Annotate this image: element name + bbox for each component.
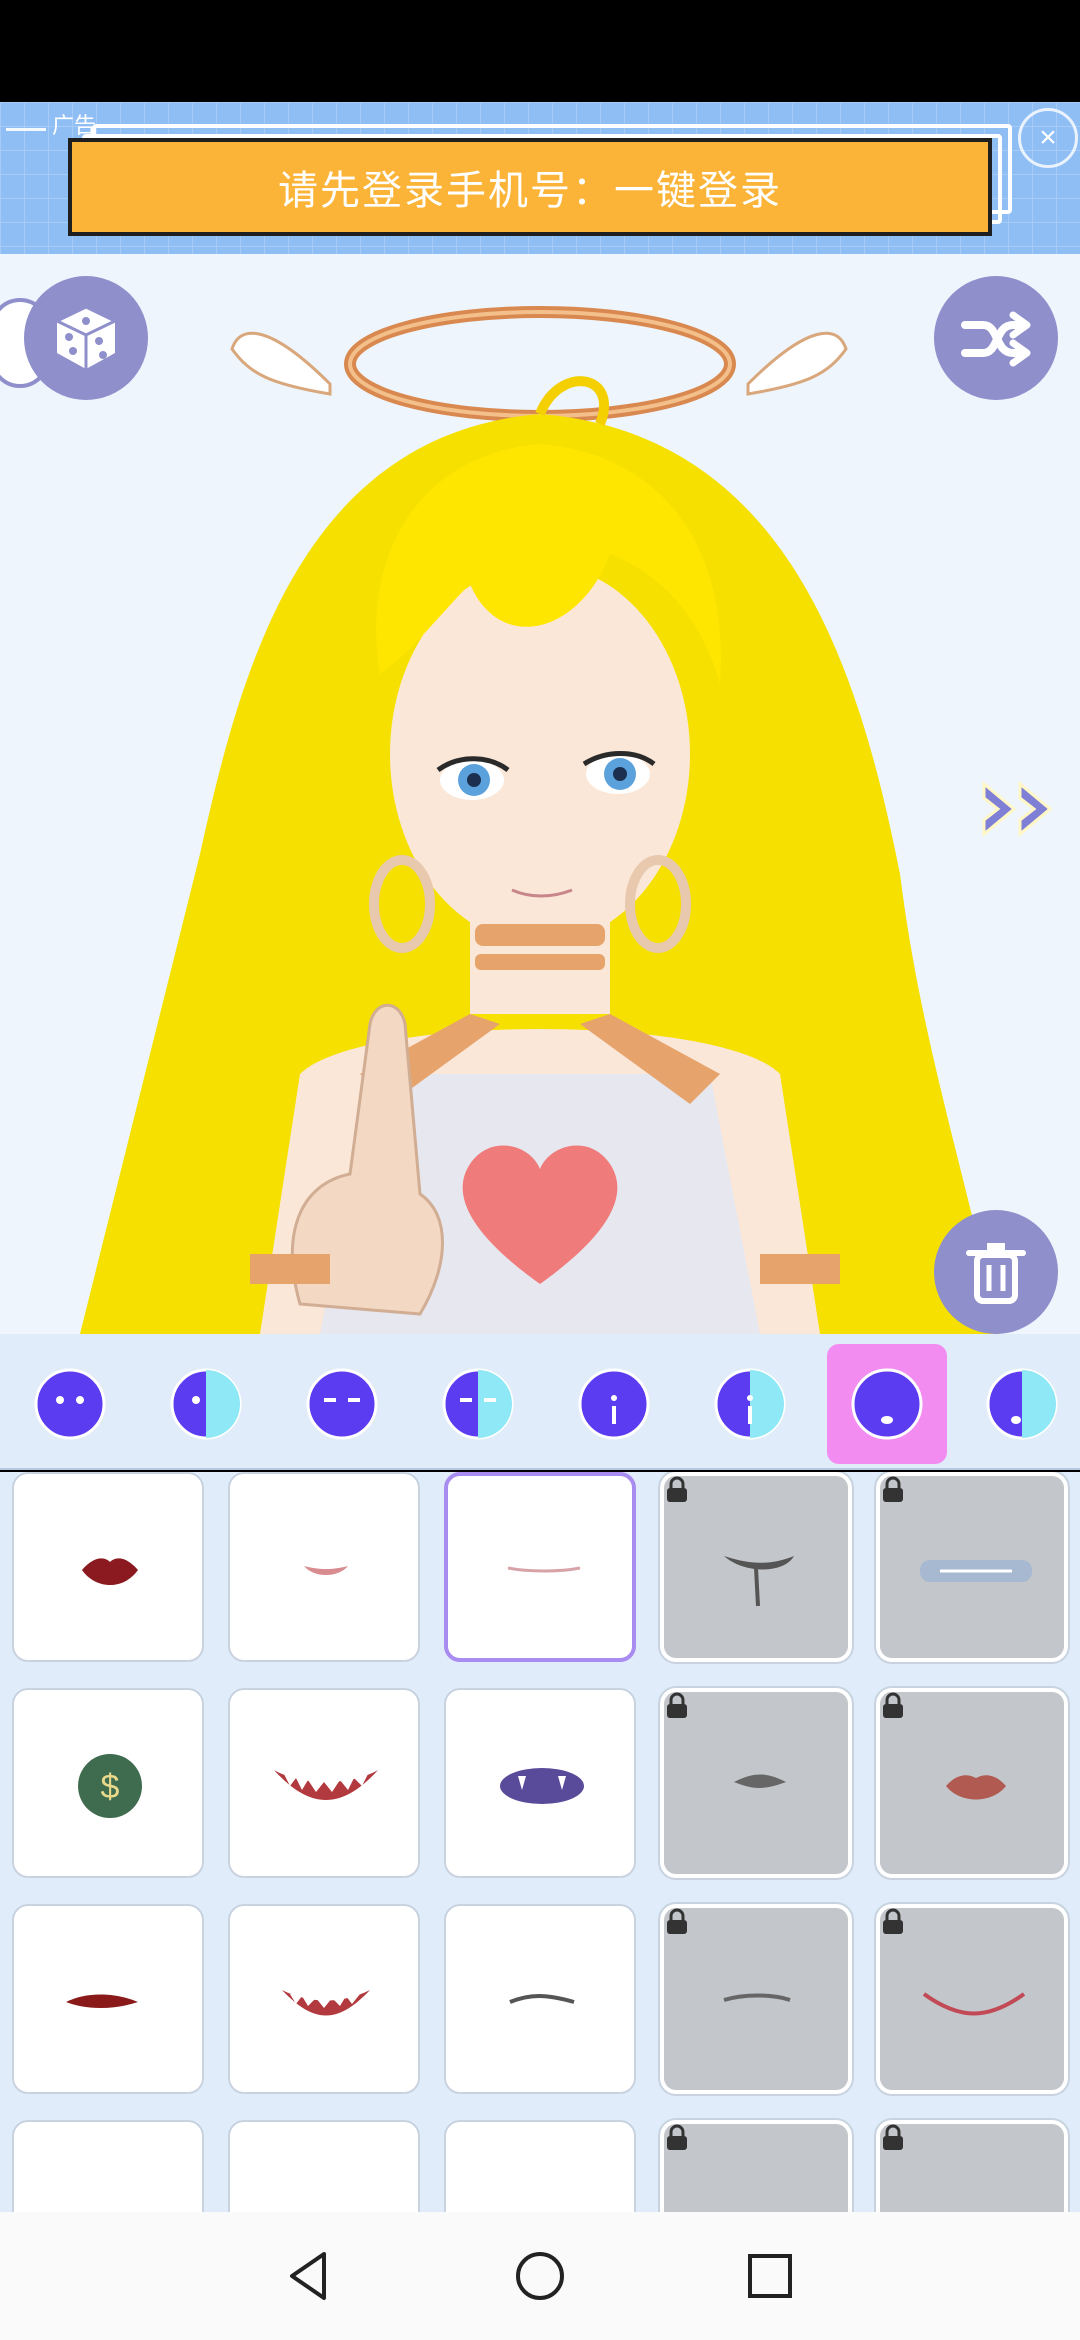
- category-mouth-icon[interactable]: [851, 1368, 923, 1440]
- mouth-frown-icon: [723, 1993, 791, 2002]
- mouth-glossy-lips-icon: [946, 1775, 1006, 1800]
- mouth-option-sharp-teeth[interactable]: [228, 1904, 420, 2094]
- mouth-small-pink-lips-icon: [304, 1566, 348, 1575]
- avatar-canvas: [0, 254, 1080, 1334]
- mouth-red-lips-icon: [82, 1558, 138, 1585]
- lock-icon: [667, 1476, 687, 1502]
- mouth-option-vampire[interactable]: [874, 2118, 1070, 2212]
- lock-icon: [883, 2124, 903, 2150]
- mouth-option-thin-line[interactable]: [444, 1472, 636, 1662]
- ad-banner[interactable]: 广告 请先登录手机号：一键登录 ×: [0, 102, 1080, 254]
- mouth-option-pink-small[interactable]: [228, 2120, 420, 2212]
- lock-icon: [667, 1692, 687, 1718]
- lock-icon: [883, 1692, 903, 1718]
- mouth-small-fangs-icon: [734, 1774, 786, 1788]
- ad-login-button[interactable]: 请先登录手机号：一键登录: [68, 138, 992, 236]
- recents-square-icon[interactable]: [740, 2246, 800, 2306]
- home-circle-icon[interactable]: [510, 2246, 570, 2306]
- mouth-option-shark-grin[interactable]: [228, 1688, 420, 1878]
- mouth-option-grin[interactable]: [12, 2120, 204, 2212]
- mouth-vampire-icon: [880, 2124, 1068, 2212]
- mouth-drool-icon: [724, 1556, 794, 1607]
- next-panel-button[interactable]: [976, 774, 1068, 844]
- mouth-option-bandage[interactable]: [874, 1472, 1070, 1664]
- mouth-pink-small-icon: [230, 2122, 420, 2212]
- system-nav-bar: [0, 2212, 1080, 2340]
- mouth-option-small-fangs[interactable]: [658, 1686, 854, 1880]
- category-mouth-half-icon[interactable]: [986, 1368, 1058, 1440]
- svg-text:$: $: [101, 1768, 120, 1806]
- random-dice-button[interactable]: [24, 276, 148, 400]
- mouth-option-glossy-lips[interactable]: [874, 1686, 1070, 1880]
- lock-icon: [667, 1908, 687, 1934]
- mouth-option-bloody-fang[interactable]: [12, 1904, 204, 2094]
- lock-icon: [883, 1908, 903, 1934]
- back-triangle-icon[interactable]: [280, 2246, 340, 2306]
- mouth-option-smirk[interactable]: [444, 1904, 636, 2094]
- category-nose-icon[interactable]: [578, 1368, 650, 1440]
- signal-icon: [6, 117, 46, 131]
- category-eyes-icon[interactable]: [306, 1368, 378, 1440]
- category-nose-half-icon[interactable]: [714, 1368, 786, 1440]
- mouth-option-red-lips[interactable]: [12, 1472, 204, 1662]
- mouth-option-frown[interactable]: [658, 1902, 854, 2096]
- mouth-options-grid: $: [0, 1472, 1080, 2212]
- shuffle-button[interactable]: [934, 276, 1058, 400]
- mouth-shark-grin-icon: [274, 1770, 378, 1800]
- lock-icon: [883, 1476, 903, 1502]
- mouth-option-drool[interactable]: [658, 1472, 854, 1664]
- mouth-dollar-coin-icon: $: [78, 1754, 142, 1818]
- mouth-option-dark-lips[interactable]: [658, 2118, 854, 2212]
- category-face-half-icon[interactable]: [170, 1368, 242, 1440]
- shuffle-icon: [961, 311, 1031, 367]
- mouth-bloody-fang-icon: [66, 1994, 138, 2008]
- dice-icon: [53, 305, 119, 369]
- mouth-option-dollar-coin[interactable]: $: [12, 1688, 204, 1878]
- mouth-thin-line-icon: [507, 1566, 581, 1573]
- ad-close-button[interactable]: ×: [1018, 108, 1078, 168]
- double-chevron-right-icon: [982, 780, 1053, 838]
- mouth-dark-lips-icon: [664, 2124, 852, 2212]
- category-face-icon[interactable]: [34, 1368, 106, 1440]
- mouth-grin-icon: [14, 2122, 204, 2212]
- delete-button[interactable]: [934, 1210, 1058, 1334]
- category-eyes-half-icon[interactable]: [442, 1368, 514, 1440]
- mouth-smile-icon: [922, 1992, 1026, 2016]
- status-bar: [0, 0, 1080, 102]
- part-category-tabs: [0, 1334, 1080, 1470]
- mouth-smirk-icon: [509, 1994, 575, 2004]
- mouth-pink-line-icon: [446, 2122, 636, 2212]
- mouth-option-purple-fangs[interactable]: [444, 1688, 636, 1878]
- mouth-option-pink-line[interactable]: [444, 2120, 636, 2212]
- mouth-sharp-teeth-icon: [282, 1990, 370, 2016]
- trash-icon: [966, 1243, 1026, 1304]
- mouth-purple-fangs-icon: [500, 1768, 584, 1804]
- mouth-option-smile[interactable]: [874, 1902, 1070, 2096]
- mouth-bandage-icon: [920, 1560, 1032, 1582]
- character-illustration: [80, 306, 1000, 1334]
- mouth-option-small-pink-lips[interactable]: [228, 1472, 420, 1662]
- lock-icon: [667, 2124, 687, 2150]
